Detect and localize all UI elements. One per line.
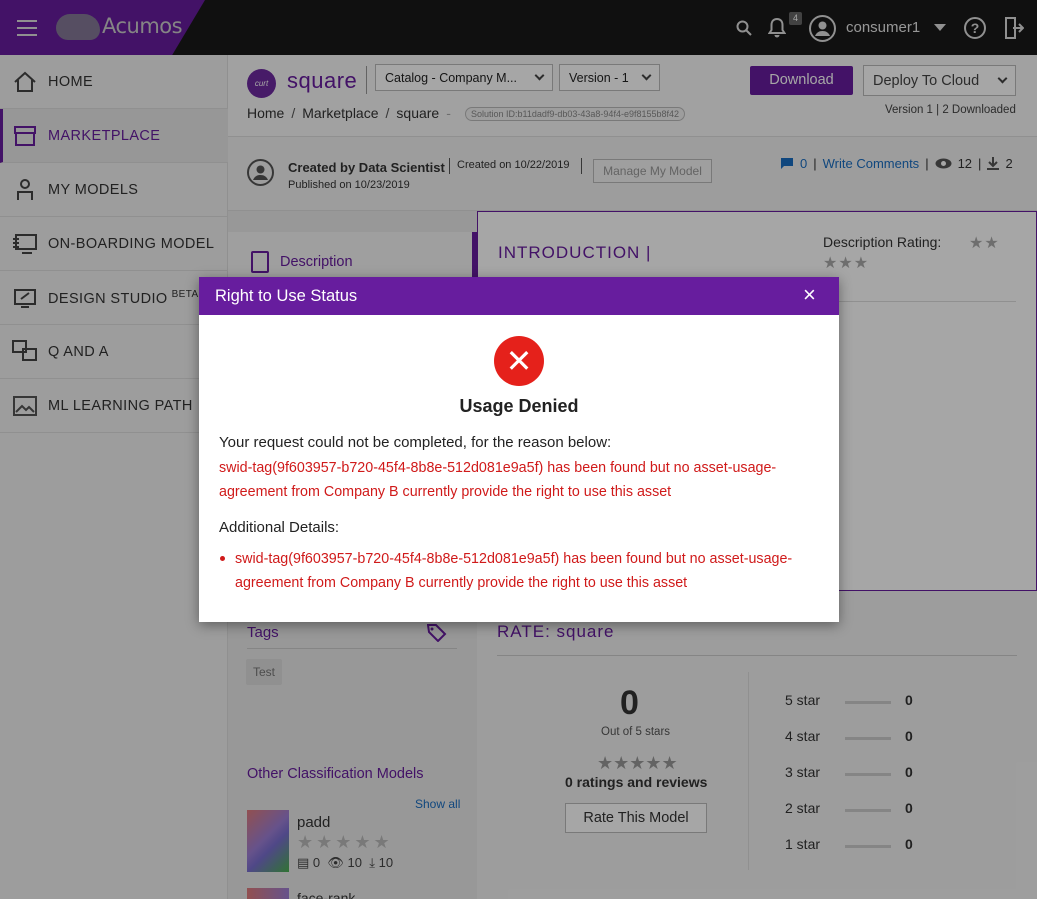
reason-text: swid-tag(9f603957-b720-45f4-8b8e-512d081… xyxy=(219,460,777,500)
modal-title: Right to Use Status xyxy=(215,287,358,305)
right-to-use-modal: Right to Use Status × ✕ Usage Denied You… xyxy=(199,277,839,622)
details-label: Additional Details: xyxy=(219,519,340,536)
details-item: swid-tag(9f603957-b720-45f4-8b8e-512d081… xyxy=(235,551,793,591)
modal-heading: Usage Denied xyxy=(459,396,579,416)
bullet xyxy=(220,556,225,561)
close-icon[interactable]: × xyxy=(803,284,821,306)
error-icon: ✕ xyxy=(494,336,544,386)
reason-label: Your request could not be completed, for… xyxy=(219,434,612,451)
